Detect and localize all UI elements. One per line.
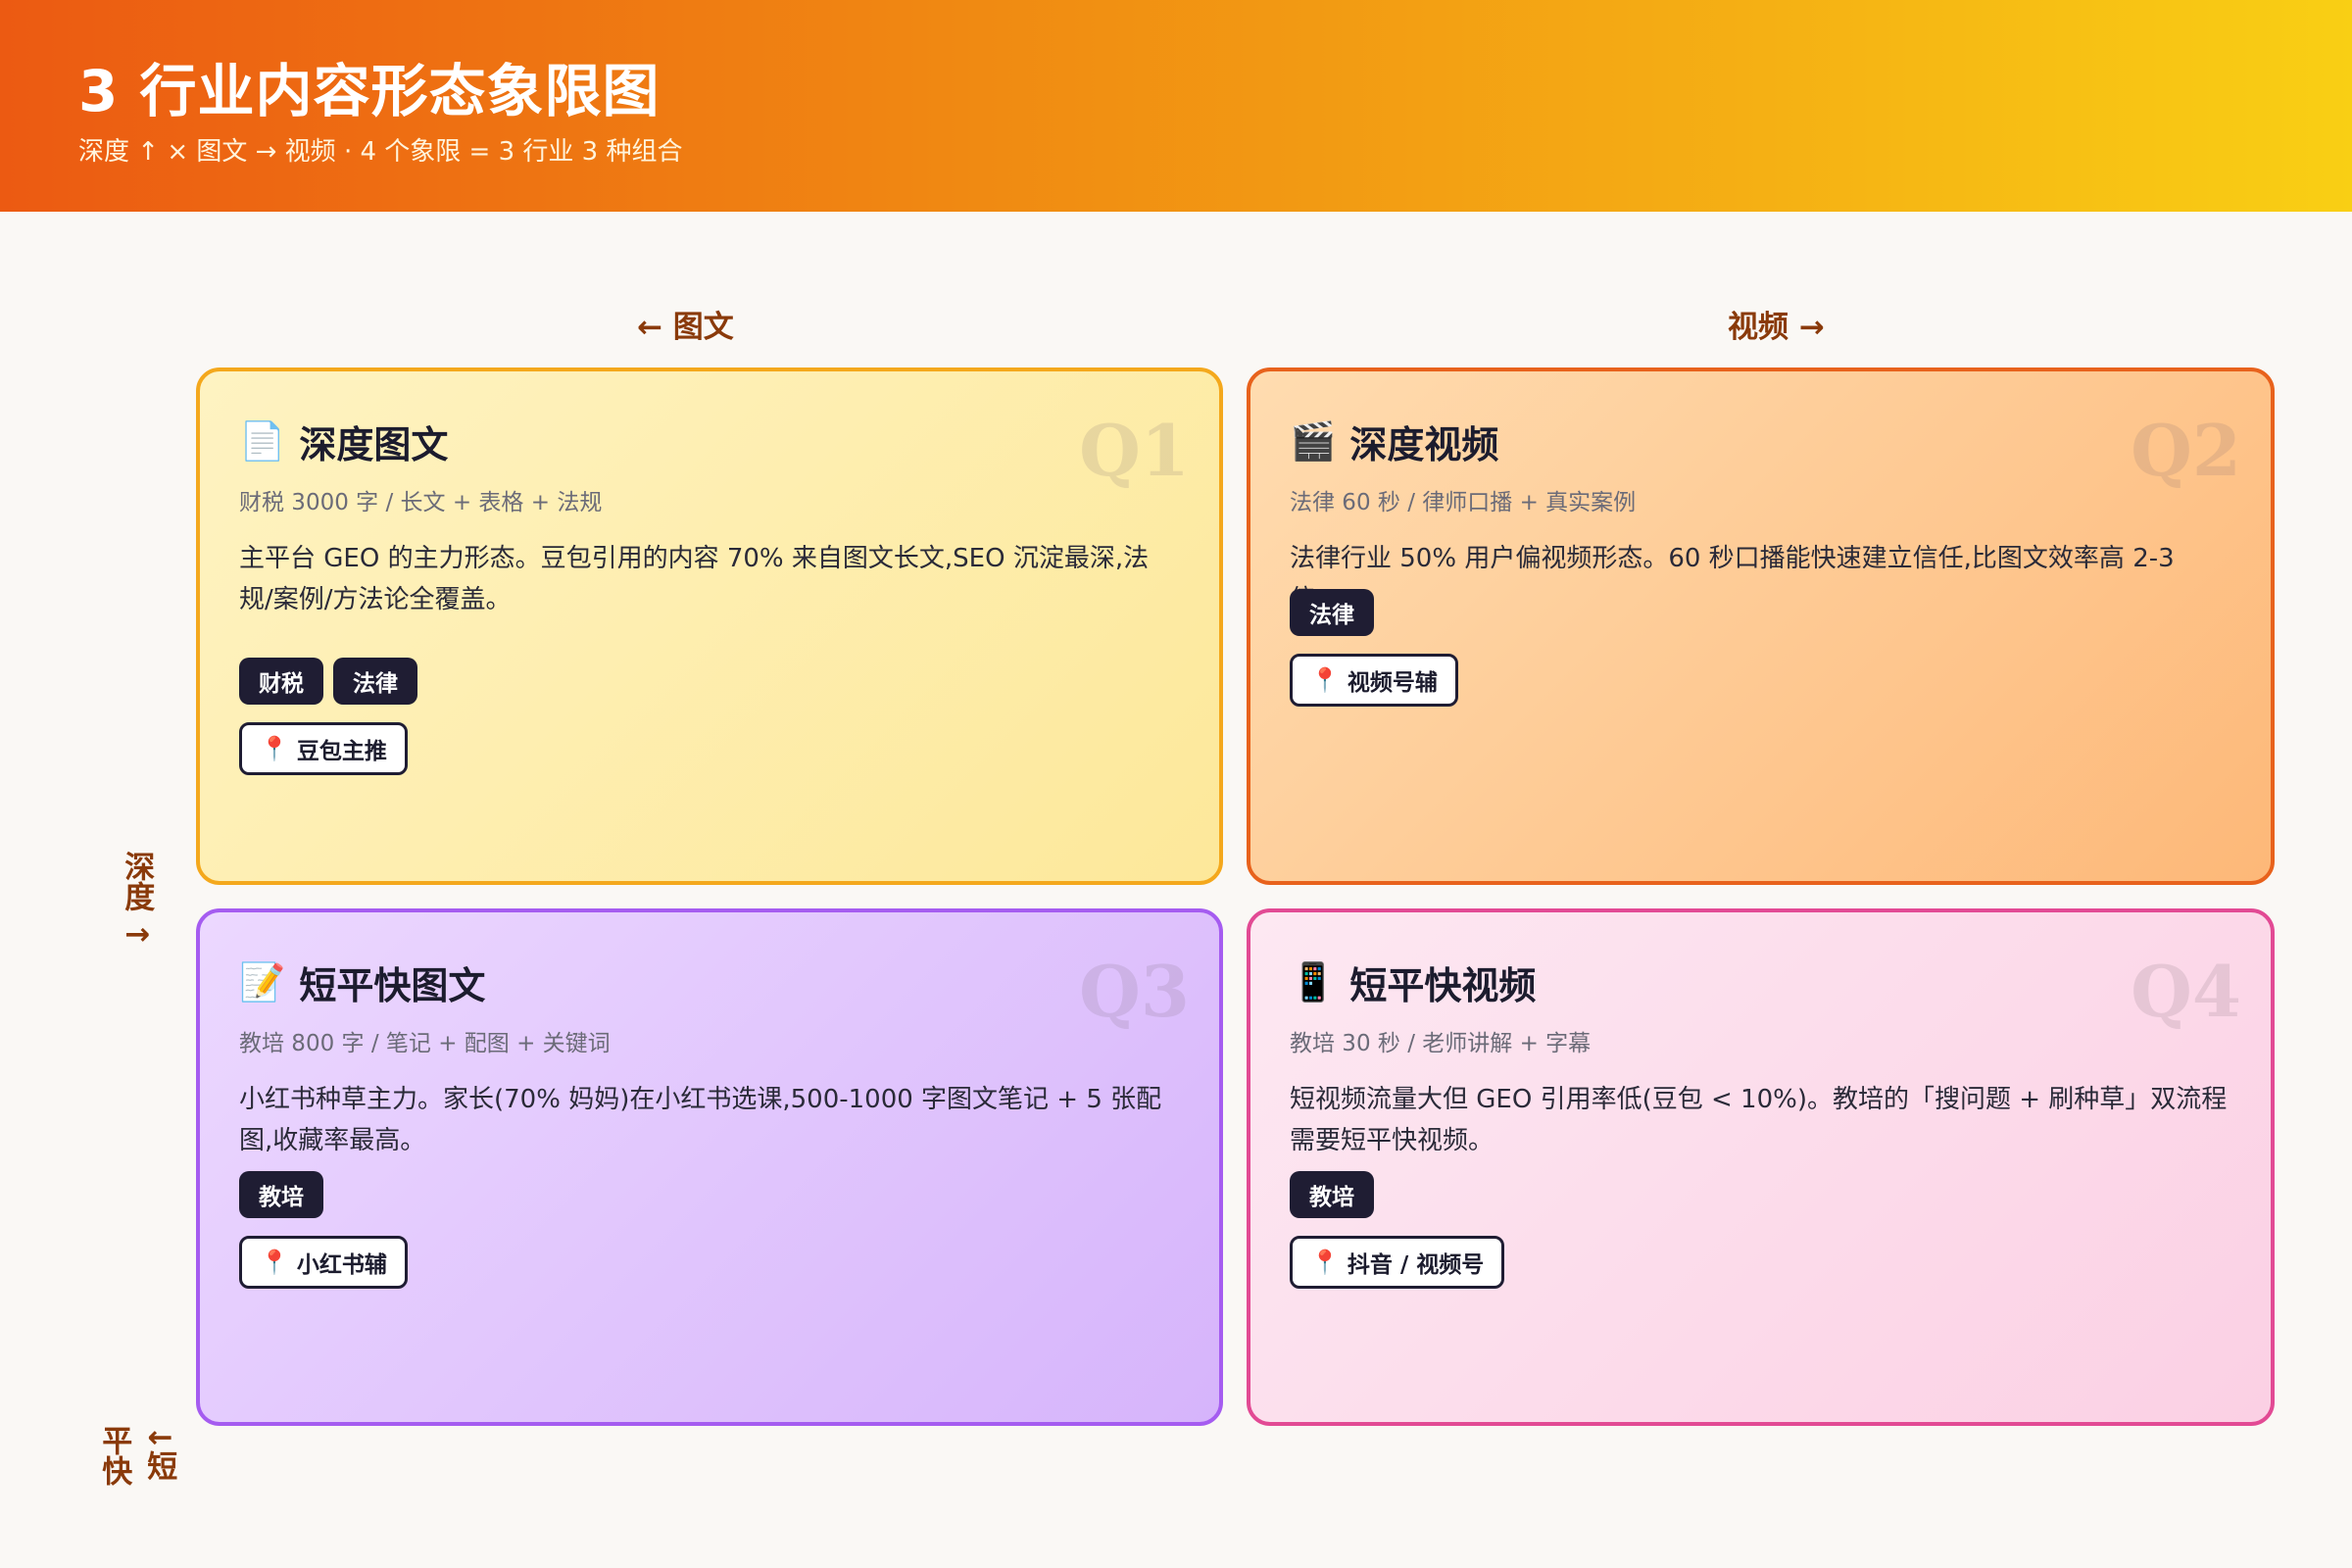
quadrant-title: 📝 短平快图文 bbox=[239, 956, 485, 1009]
quadrant-tag: Q2 bbox=[2131, 409, 2241, 492]
platform-label: 视频号辅 bbox=[1347, 670, 1438, 696]
quadrant-tag: Q1 bbox=[1079, 409, 1190, 492]
platform-label: 豆包主推 bbox=[296, 739, 387, 764]
platform-badge: 📍 小红书辅 bbox=[239, 1236, 408, 1289]
quadrant-meta: 财税 3000 字 / 长文 + 表格 + 法规 bbox=[239, 490, 603, 515]
quadrant-q3-card: Q3 📝 短平快图文 教培 800 字 / 笔记 + 配图 + 关键词 小红书种… bbox=[196, 908, 1223, 1426]
industry-chip: 法律 bbox=[333, 658, 417, 705]
clapper-icon: 🎬 bbox=[1290, 419, 1337, 463]
document-icon: 📄 bbox=[239, 419, 286, 463]
quadrant-description: 主平台 GEO 的主力形态。豆包引用的内容 70% 来自图文长文,SEO 沉淀最… bbox=[239, 544, 1150, 614]
industry-chips: 教培 bbox=[239, 1171, 323, 1218]
industry-chips: 教培 bbox=[1290, 1171, 1374, 1218]
industry-chip: 教培 bbox=[1290, 1171, 1374, 1218]
quadrant-q1-card: Q1 📄 深度图文 财税 3000 字 / 长文 + 表格 + 法规 主平台 G… bbox=[196, 368, 1223, 885]
quadrant-meta: 法律 60 秒 / 律师口播 + 真实案例 bbox=[1290, 490, 1637, 515]
quadrant-description: 法律行业 50% 用户偏视频形态。60 秒口播能快速建立信任,比图文效率高 2-… bbox=[1290, 544, 2175, 614]
platform-label: 抖音 / 视频号 bbox=[1347, 1252, 1485, 1278]
memo-icon: 📝 bbox=[239, 960, 286, 1004]
phone-icon: 📱 bbox=[1290, 960, 1337, 1004]
quadrant-description: 小红书种草主力。家长(70% 妈妈)在小红书选课,500-1000 字图文笔记 … bbox=[239, 1085, 1162, 1155]
pin-icon: 📍 bbox=[260, 735, 289, 762]
page-title: 3 行业内容形态象限图 bbox=[78, 58, 661, 124]
quadrant-meta: 教培 800 字 / 笔记 + 配图 + 关键词 bbox=[239, 1031, 611, 1056]
axis-label-short-part1: 平快 bbox=[96, 1425, 132, 1486]
quadrant-tag: Q3 bbox=[1079, 950, 1190, 1033]
quadrant-description: 短视频流量大但 GEO 引用率低(豆包 < 10%)。教培的「搜问题 + 刷种草… bbox=[1290, 1085, 2228, 1155]
axis-label-depth: 深度 ↑ bbox=[119, 851, 155, 948]
industry-chip: 法律 bbox=[1290, 589, 1374, 636]
pin-icon: 📍 bbox=[1310, 1249, 1340, 1276]
platform-badge: 📍 视频号辅 bbox=[1290, 654, 1458, 707]
quadrant-title: 📄 深度图文 bbox=[239, 415, 448, 468]
quadrant-q2-card: Q2 🎬 深度视频 法律 60 秒 / 律师口播 + 真实案例 法律行业 50%… bbox=[1247, 368, 2275, 885]
platform-label: 小红书辅 bbox=[296, 1252, 387, 1278]
platform-badge: 📍 豆包主推 bbox=[239, 722, 408, 775]
axis-label-image-text: ← 图文 bbox=[637, 310, 734, 345]
quadrant-title-text: 深度视频 bbox=[1349, 423, 1499, 466]
quadrant-title-text: 短平快图文 bbox=[299, 964, 486, 1007]
quadrant-tag: Q4 bbox=[2131, 950, 2241, 1033]
page-subtitle: 深度 ↑ × 图文 → 视频 · 4 个象限 = 3 行业 3 种组合 bbox=[78, 137, 683, 167]
axis-label-short-part2: ↓短 bbox=[141, 1425, 177, 1481]
platform-badge: 📍 抖音 / 视频号 bbox=[1290, 1236, 1505, 1289]
quadrant-title-text: 深度图文 bbox=[299, 423, 449, 466]
quadrant-q4-card: Q4 📱 短平快视频 教培 30 秒 / 老师讲解 + 字幕 短视频流量大但 G… bbox=[1247, 908, 2275, 1426]
pin-icon: 📍 bbox=[1310, 666, 1340, 694]
industry-chips: 法律 bbox=[1290, 589, 1374, 636]
industry-chips: 财税 法律 bbox=[239, 658, 417, 705]
industry-chip: 教培 bbox=[239, 1171, 323, 1218]
quadrant-meta: 教培 30 秒 / 老师讲解 + 字幕 bbox=[1290, 1031, 1592, 1056]
header-banner: 3 行业内容形态象限图 深度 ↑ × 图文 → 视频 · 4 个象限 = 3 行… bbox=[0, 0, 2352, 212]
quadrant-title-text: 短平快视频 bbox=[1349, 964, 1537, 1007]
quadrant-title: 🎬 深度视频 bbox=[1290, 415, 1498, 468]
axis-label-video: 视频 → bbox=[1728, 310, 1825, 345]
pin-icon: 📍 bbox=[260, 1249, 289, 1276]
quadrant-title: 📱 短平快视频 bbox=[1290, 956, 1536, 1009]
industry-chip: 财税 bbox=[239, 658, 323, 705]
